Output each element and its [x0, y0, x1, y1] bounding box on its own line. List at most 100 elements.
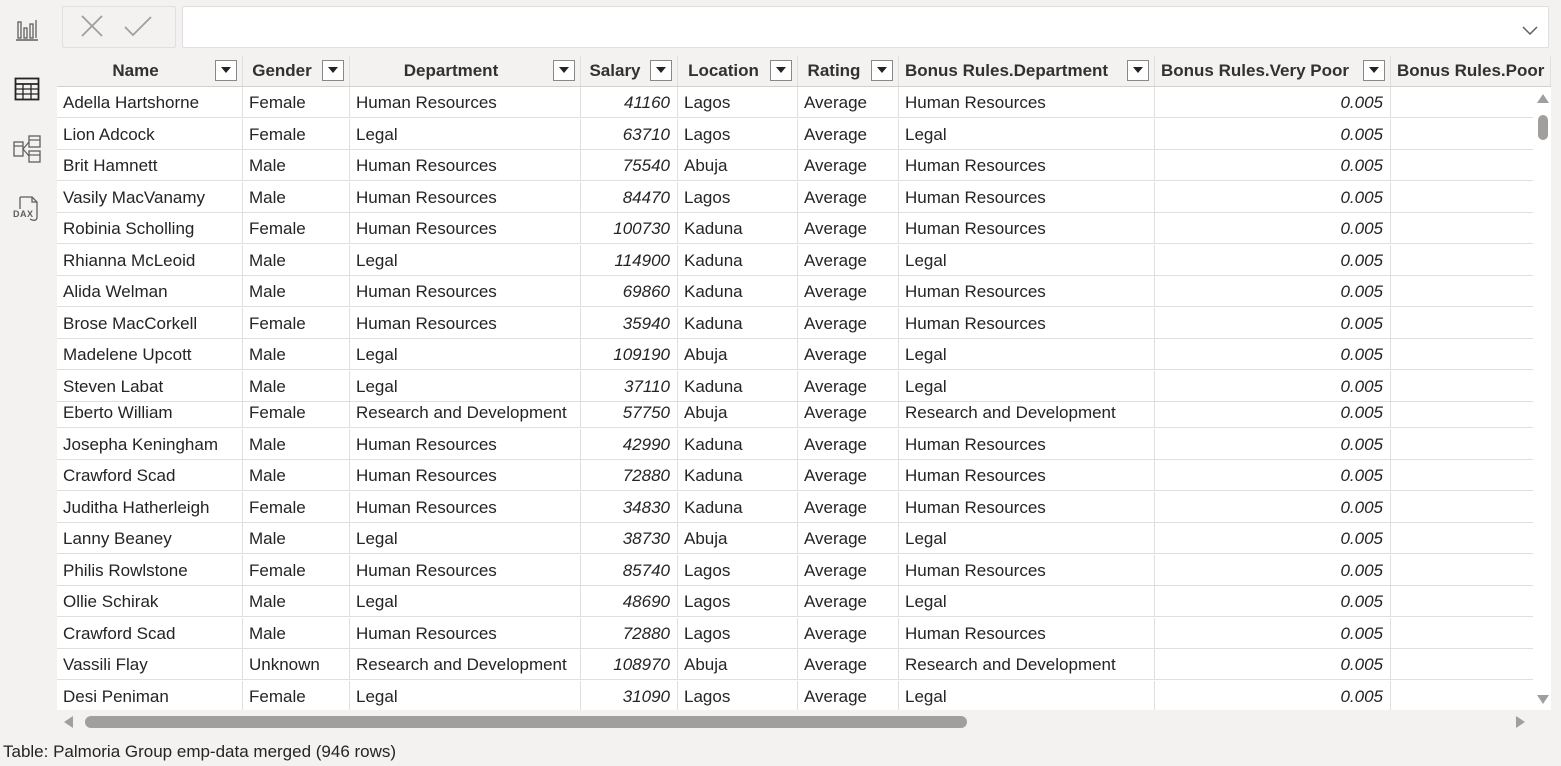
cell-name[interactable]: Crawford Scad — [57, 460, 243, 490]
cell-salary[interactable]: 72880 — [581, 460, 678, 490]
cell-gender[interactable]: Male — [243, 276, 350, 306]
cell-location[interactable]: Lagos — [678, 119, 798, 149]
cell-department[interactable]: Legal — [350, 523, 581, 553]
cell-department[interactable]: Research and Development — [350, 397, 581, 427]
cell-rating[interactable]: Average — [798, 586, 899, 616]
cell-gender[interactable]: Male — [243, 586, 350, 616]
table-row[interactable]: Vasily MacVanamy Male Human Resources 84470… — [57, 182, 1533, 213]
cell-bonus-rules-poor[interactable] — [1391, 618, 1533, 648]
cell-name[interactable]: Lanny Beaney — [57, 523, 243, 553]
table-row[interactable]: Robinia Scholling Female Human Resources 10… — [57, 213, 1533, 244]
cell-gender[interactable]: Female — [243, 119, 350, 149]
cell-bonus-rules-poor[interactable] — [1391, 245, 1533, 275]
cell-salary[interactable]: 75540 — [581, 150, 678, 180]
cell-gender[interactable]: Unknown — [243, 649, 350, 679]
cell-bonus-rules-poor[interactable] — [1391, 429, 1533, 459]
cell-bonus-rules-poor[interactable] — [1391, 555, 1533, 585]
table-row[interactable]: Lion Adcock Female Legal 63710 Lagos Average L… — [57, 119, 1533, 150]
cell-location[interactable]: Abuja — [678, 339, 798, 369]
cell-bonus-rules-department[interactable]: Legal — [899, 339, 1155, 369]
cell-gender[interactable]: Male — [243, 182, 350, 212]
cell-salary[interactable]: 48690 — [581, 586, 678, 616]
cell-bonus-rules-very-poor[interactable]: 0.005 — [1155, 87, 1391, 117]
cell-bonus-rules-very-poor[interactable]: 0.005 — [1155, 460, 1391, 490]
cell-gender[interactable]: Female — [243, 308, 350, 338]
cell-bonus-rules-very-poor[interactable]: 0.005 — [1155, 523, 1391, 553]
cell-bonus-rules-very-poor[interactable]: 0.005 — [1155, 213, 1391, 243]
cell-bonus-rules-very-poor[interactable]: 0.005 — [1155, 681, 1391, 710]
cell-rating[interactable]: Average — [798, 492, 899, 522]
cell-bonus-rules-department[interactable]: Legal — [899, 119, 1155, 149]
cell-rating[interactable]: Average — [798, 460, 899, 490]
cell-department[interactable]: Legal — [350, 119, 581, 149]
cell-bonus-rules-department[interactable]: Human Resources — [899, 213, 1155, 243]
cell-bonus-rules-very-poor[interactable]: 0.005 — [1155, 308, 1391, 338]
cell-gender[interactable]: Female — [243, 397, 350, 427]
commit-formula-button[interactable] — [123, 13, 153, 43]
cell-location[interactable]: Lagos — [678, 681, 798, 710]
cell-bonus-rules-very-poor[interactable]: 0.005 — [1155, 182, 1391, 212]
cell-department[interactable]: Human Resources — [350, 150, 581, 180]
cell-name[interactable]: Eberto William — [57, 397, 243, 427]
table-row[interactable]: Brit Hamnett Male Human Resources 75540 Abuj… — [57, 150, 1533, 181]
cell-salary[interactable]: 31090 — [581, 681, 678, 710]
cell-bonus-rules-department[interactable]: Legal — [899, 245, 1155, 275]
cell-salary[interactable]: 85740 — [581, 555, 678, 585]
cell-salary[interactable]: 72880 — [581, 618, 678, 648]
cell-rating[interactable]: Average — [798, 150, 899, 180]
cell-department[interactable]: Human Resources — [350, 618, 581, 648]
cell-department[interactable]: Human Resources — [350, 492, 581, 522]
cell-rating[interactable]: Average — [798, 308, 899, 338]
cell-gender[interactable]: Male — [243, 523, 350, 553]
cell-rating[interactable]: Average — [798, 555, 899, 585]
column-header-bonus-rules-department[interactable]: Bonus Rules.Department — [899, 56, 1155, 86]
cell-rating[interactable]: Average — [798, 339, 899, 369]
cell-bonus-rules-department[interactable]: Human Resources — [899, 429, 1155, 459]
cell-gender[interactable]: Male — [243, 429, 350, 459]
cell-department[interactable]: Human Resources — [350, 87, 581, 117]
table-row[interactable]: Adella Hartshorne Female Human Resources 41… — [57, 87, 1533, 118]
cell-location[interactable]: Abuja — [678, 649, 798, 679]
cell-rating[interactable]: Average — [798, 276, 899, 306]
cell-bonus-rules-poor[interactable] — [1391, 119, 1533, 149]
cell-location[interactable]: Kaduna — [678, 460, 798, 490]
cell-gender[interactable]: Male — [243, 245, 350, 275]
cell-rating[interactable]: Average — [798, 618, 899, 648]
cell-name[interactable]: Brit Hamnett — [57, 150, 243, 180]
cell-salary[interactable]: 38730 — [581, 523, 678, 553]
column-header-bonus-rules-poor[interactable]: Bonus Rules.Poor — [1391, 56, 1551, 86]
cell-bonus-rules-department[interactable]: Human Resources — [899, 182, 1155, 212]
cell-salary[interactable]: 100730 — [581, 213, 678, 243]
cell-department[interactable]: Human Resources — [350, 308, 581, 338]
cell-salary[interactable]: 109190 — [581, 339, 678, 369]
cell-location[interactable]: Lagos — [678, 586, 798, 616]
table-row[interactable]: Lanny Beaney Male Legal 38730 Abuja Average Le… — [57, 523, 1533, 554]
cell-salary[interactable]: 41160 — [581, 87, 678, 117]
cell-bonus-rules-department[interactable]: Human Resources — [899, 460, 1155, 490]
cell-rating[interactable]: Average — [798, 429, 899, 459]
cell-rating[interactable]: Average — [798, 213, 899, 243]
cancel-formula-button[interactable] — [77, 13, 107, 43]
cell-location[interactable]: Lagos — [678, 182, 798, 212]
table-row[interactable]: Crawford Scad Male Human Resources 72880 Kad… — [57, 460, 1533, 491]
cell-salary[interactable]: 84470 — [581, 182, 678, 212]
filter-dropdown-button[interactable] — [1363, 60, 1385, 81]
cell-bonus-rules-poor[interactable] — [1391, 150, 1533, 180]
cell-bonus-rules-department[interactable]: Human Resources — [899, 555, 1155, 585]
cell-bonus-rules-poor[interactable] — [1391, 308, 1533, 338]
vertical-scrollbar[interactable] — [1533, 87, 1551, 710]
cell-name[interactable]: Alida Welman — [57, 276, 243, 306]
cell-bonus-rules-very-poor[interactable]: 0.005 — [1155, 429, 1391, 459]
table-row[interactable]: Desi Peniman Female Legal 31090 Lagos Average… — [57, 681, 1533, 710]
cell-gender[interactable]: Male — [243, 150, 350, 180]
cell-location[interactable]: Abuja — [678, 397, 798, 427]
table-row[interactable]: Vassili Flay Unknown Research and Developm… — [57, 649, 1533, 680]
cell-name[interactable]: Adella Hartshorne — [57, 87, 243, 117]
cell-department[interactable]: Research and Development — [350, 649, 581, 679]
cell-name[interactable]: Desi Peniman — [57, 681, 243, 710]
cell-gender[interactable]: Female — [243, 87, 350, 117]
cell-salary[interactable]: 35940 — [581, 308, 678, 338]
cell-bonus-rules-department[interactable]: Legal — [899, 586, 1155, 616]
cell-salary[interactable]: 108970 — [581, 649, 678, 679]
cell-name[interactable]: Philis Rowlstone — [57, 555, 243, 585]
